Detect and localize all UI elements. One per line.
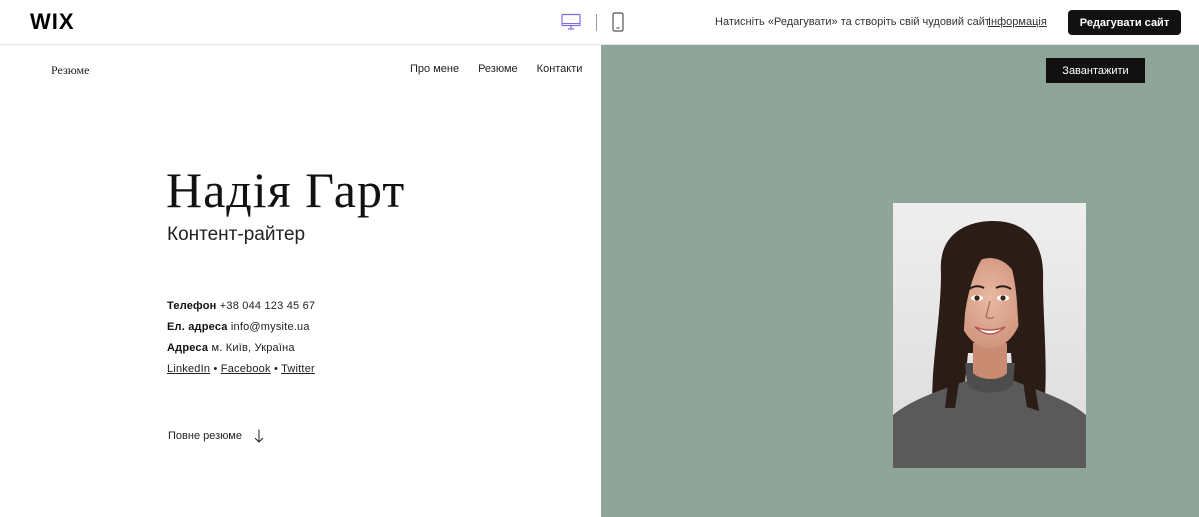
editor-prompt-text: Натисніть «Редагувати» та створіть свій … (715, 16, 990, 28)
person-name: Надія Гарт (166, 162, 406, 218)
contact-address: Адреса м. Київ, Україна (167, 342, 295, 354)
portrait-illustration (893, 203, 1086, 468)
facebook-link[interactable]: Facebook (221, 363, 271, 375)
desktop-icon[interactable] (561, 13, 581, 31)
email-label: Ел. адреса (167, 321, 228, 333)
edit-site-button[interactable]: Редагувати сайт (1068, 10, 1181, 35)
nav-item-resume[interactable]: Резюме (478, 63, 518, 75)
full-resume-label: Повне резюме (168, 430, 242, 442)
download-button[interactable]: Завантажити (1046, 58, 1145, 83)
arrow-down-icon (254, 429, 264, 443)
contact-email: Ел. адреса info@mysite.ua (167, 321, 310, 333)
site-nav: Про мене Резюме Контакти (410, 63, 582, 75)
phone-label: Телефон (167, 300, 217, 312)
email-value[interactable]: info@mysite.ua (231, 321, 310, 333)
info-link[interactable]: Інформація (988, 16, 1047, 28)
full-resume-link[interactable]: Повне резюме (168, 429, 264, 443)
nav-item-about[interactable]: Про мене (410, 63, 459, 75)
linkedin-link[interactable]: LinkedIn (167, 363, 210, 375)
address-value: м. Київ, Україна (211, 342, 295, 354)
wix-editor-topbar: WIX Натисніть «Редагувати» та створіть с… (0, 0, 1199, 45)
site-right-panel: Завантажити (601, 45, 1199, 517)
site-left-panel: Резюме Про мене Резюме Контакти Надія Га… (0, 45, 601, 517)
twitter-link[interactable]: Twitter (281, 363, 315, 375)
contact-phone: Телефон +38 044 123 45 67 (167, 300, 315, 312)
nav-item-contacts[interactable]: Контакти (537, 63, 583, 75)
portrait-photo (893, 203, 1086, 468)
wix-logo[interactable]: WIX (30, 11, 75, 33)
social-links: LinkedIn • Facebook • Twitter (167, 363, 315, 375)
address-label: Адреса (167, 342, 209, 354)
person-role: Контент-райтер (167, 224, 306, 245)
site-logo[interactable]: Резюме (51, 63, 89, 78)
device-separator (596, 14, 597, 31)
mobile-icon[interactable] (612, 12, 624, 32)
phone-value: +38 044 123 45 67 (219, 300, 316, 312)
